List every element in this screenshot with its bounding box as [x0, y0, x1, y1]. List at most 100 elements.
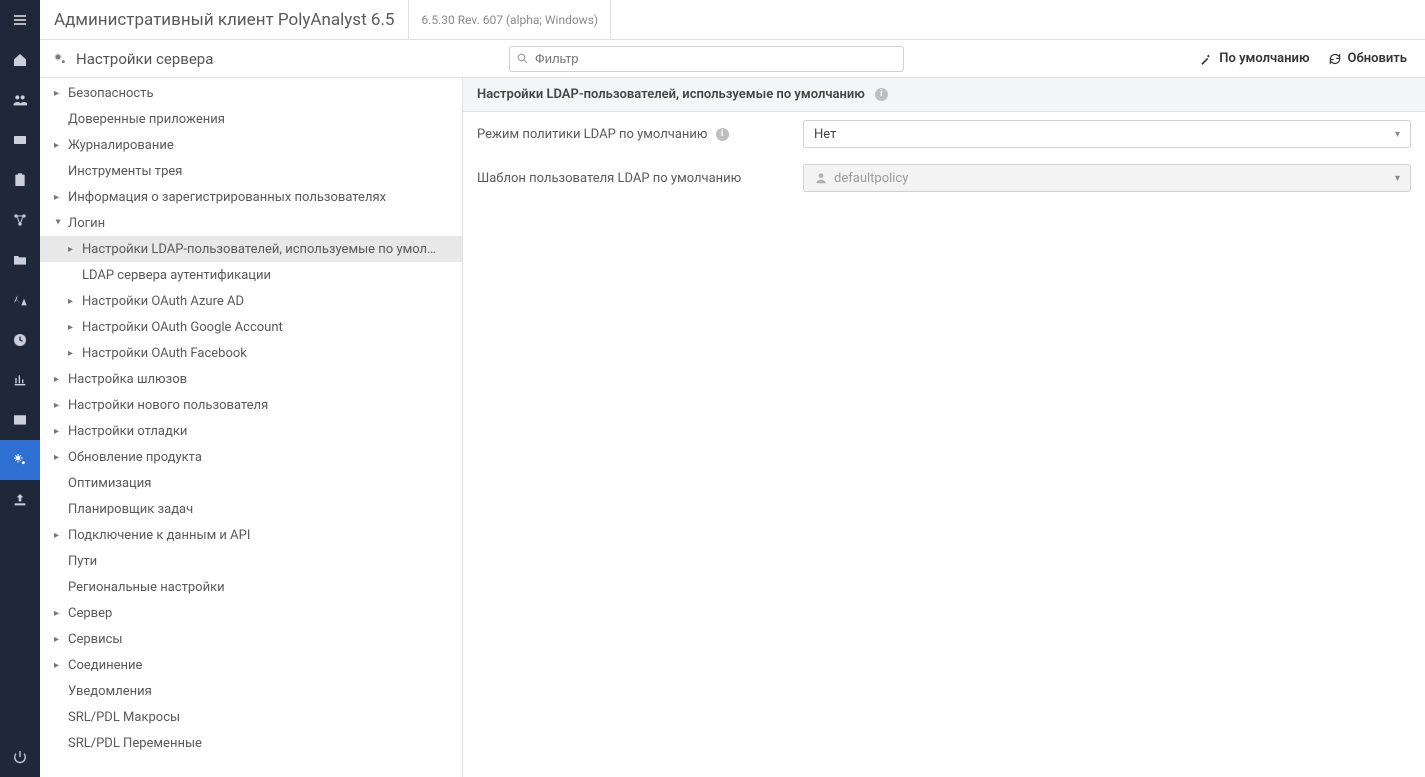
tree-item-label: Региональные настройки — [68, 580, 225, 595]
tree-item[interactable]: ▸Настройки отладки — [40, 418, 462, 444]
tree-item-label: SRL/PDL Переменные — [68, 736, 202, 751]
tree-item-label: Настройки OAuth Azure AD — [82, 294, 244, 309]
sidebar-item-upload[interactable] — [0, 480, 40, 520]
refresh-button[interactable]: Обновить — [1328, 51, 1407, 66]
tree-item[interactable]: ▸ Настройка шлюзов — [40, 366, 462, 392]
detail-header: Настройки LDAP-пользователей, используем… — [477, 87, 865, 102]
tree-item-label: Настройка шлюзов — [68, 372, 187, 387]
tree-item-label: SRL/PDL Макросы — [68, 710, 180, 725]
sidebar-item-nodes[interactable] — [0, 200, 40, 240]
tree-item[interactable]: ▸Уведомления — [40, 678, 462, 704]
sidebar-item-home[interactable] — [0, 40, 40, 80]
caret-icon: ▸ — [54, 426, 62, 437]
left-sidebar — [0, 40, 40, 777]
wand-icon — [1199, 52, 1213, 66]
form-row: Режим политики LDAP по умолчаниюiНет▾ — [463, 112, 1425, 156]
tree-item-label: Уведомления — [68, 684, 152, 699]
language-icon — [12, 292, 28, 308]
caret-icon: ▸ — [53, 219, 64, 227]
tree-item[interactable]: ▸Сервисы — [40, 626, 462, 652]
sidebar-item-language[interactable] — [0, 280, 40, 320]
nodes-icon — [12, 212, 28, 228]
info-icon[interactable]: i — [875, 88, 888, 101]
caret-icon: ▸ — [54, 374, 62, 385]
tree-item-label: Настройки LDAP-пользователей, используем… — [82, 242, 436, 257]
tree-item-label: Обновление продукта — [68, 450, 202, 465]
form-label: Шаблон пользователя LDAP по умолчанию — [477, 171, 803, 186]
sidebar-item-folder[interactable] — [0, 240, 40, 280]
cogs-icon — [12, 452, 28, 468]
chevron-down-icon: ▾ — [1395, 129, 1400, 140]
tree-item[interactable]: ▸ Соединение — [40, 652, 462, 678]
refresh-icon — [1328, 52, 1342, 66]
tree-item[interactable]: ▸ Логин — [40, 210, 462, 236]
refresh-label: Обновить — [1348, 51, 1407, 66]
caret-icon: ▸ — [54, 400, 62, 411]
folder-icon — [12, 252, 28, 268]
sidebar-item-window[interactable] — [0, 400, 40, 440]
upload-icon — [12, 492, 28, 508]
tree-item[interactable]: ▸Инструменты трея — [40, 158, 462, 184]
filter-input[interactable] — [529, 51, 897, 66]
sidebar-item-card[interactable] — [0, 120, 40, 160]
tree-item[interactable]: ▸Оптимизация — [40, 470, 462, 496]
tree-item-label: Безопасность — [68, 86, 154, 101]
caret-icon: ▸ — [54, 608, 62, 619]
sidebar-item-cogs[interactable] — [0, 440, 40, 480]
tree-item[interactable]: ▸SRL/PDL Макросы — [40, 704, 462, 730]
home-icon — [12, 52, 28, 68]
tree-item[interactable]: ▸Доверенные приложения — [40, 106, 462, 132]
card-icon — [12, 132, 28, 148]
tree-item[interactable]: ▸ Настройки LDAP-пользователей, используе… — [40, 236, 462, 262]
label-text: Шаблон пользователя LDAP по умолчанию — [477, 171, 741, 186]
chart-icon — [12, 372, 28, 388]
caret-icon: ▸ — [68, 244, 76, 255]
ldap-policy-select[interactable]: Нет▾ — [803, 120, 1411, 148]
tree-item-label: Журналирование — [68, 138, 174, 153]
app-version: 6.5.30 Rev. 607 (alpha; Windows) — [409, 0, 611, 40]
sidebar-item-clock[interactable] — [0, 320, 40, 360]
clipboard-icon — [12, 172, 28, 188]
settings-tree: ▸Безопасность▸Доверенные приложения▸Журн… — [40, 78, 463, 777]
tree-item[interactable]: ▸Обновление продукта — [40, 444, 462, 470]
tree-item[interactable]: ▸Пути — [40, 548, 462, 574]
tree-item[interactable]: ▸Настройки OAuth Facebook — [40, 340, 462, 366]
tree-item[interactable]: ▸Безопасность — [40, 80, 462, 106]
search-icon — [516, 52, 529, 65]
default-button[interactable]: По умолчанию — [1199, 51, 1309, 66]
tree-item-label: Логин — [68, 216, 105, 231]
sidebar-item-users[interactable] — [0, 80, 40, 120]
tree-item[interactable]: ▸Информация о зарегистрированных пользов… — [40, 184, 462, 210]
user-icon — [814, 171, 828, 185]
tree-item[interactable]: ▸ Сервер — [40, 600, 462, 626]
menu-button[interactable] — [0, 0, 40, 40]
caret-icon: ▸ — [54, 192, 62, 203]
users-icon — [12, 92, 28, 108]
power-button[interactable] — [0, 737, 40, 777]
chevron-down-icon: ▾ — [1395, 173, 1400, 184]
tree-item[interactable]: ▸Настройки OAuth Azure AD — [40, 288, 462, 314]
power-icon — [12, 749, 28, 765]
tree-item-label: Доверенные приложения — [68, 112, 225, 127]
filter-search[interactable] — [509, 46, 904, 72]
tree-item[interactable]: ▸Настройки OAuth Google Account — [40, 314, 462, 340]
caret-icon: ▸ — [54, 660, 62, 671]
tree-item-label: Сервер — [68, 606, 112, 621]
hamburger-icon — [12, 12, 28, 28]
tree-item[interactable]: ▸Региональные настройки — [40, 574, 462, 600]
tree-item[interactable]: ▸SRL/PDL Переменные — [40, 730, 462, 756]
info-icon[interactable]: i — [716, 128, 729, 141]
tree-item-label: Подключение к данным и API — [68, 528, 250, 543]
page-title: Настройки сервера — [76, 50, 213, 68]
caret-icon: ▸ — [68, 322, 76, 333]
tree-item[interactable]: ▸Настройки нового пользователя — [40, 392, 462, 418]
sidebar-item-chart[interactable] — [0, 360, 40, 400]
tree-item-label: Соединение — [68, 658, 142, 673]
tree-item[interactable]: ▸Подключение к данным и API — [40, 522, 462, 548]
ldap-template-select: defaultpolicy▾ — [803, 164, 1411, 192]
tree-item[interactable]: ▸Журналирование — [40, 132, 462, 158]
tree-item[interactable]: ▸LDAP сервера аутентификации — [40, 262, 462, 288]
tree-item[interactable]: ▸Планировщик задач — [40, 496, 462, 522]
sidebar-item-clipboard[interactable] — [0, 160, 40, 200]
caret-icon: ▸ — [68, 348, 76, 359]
